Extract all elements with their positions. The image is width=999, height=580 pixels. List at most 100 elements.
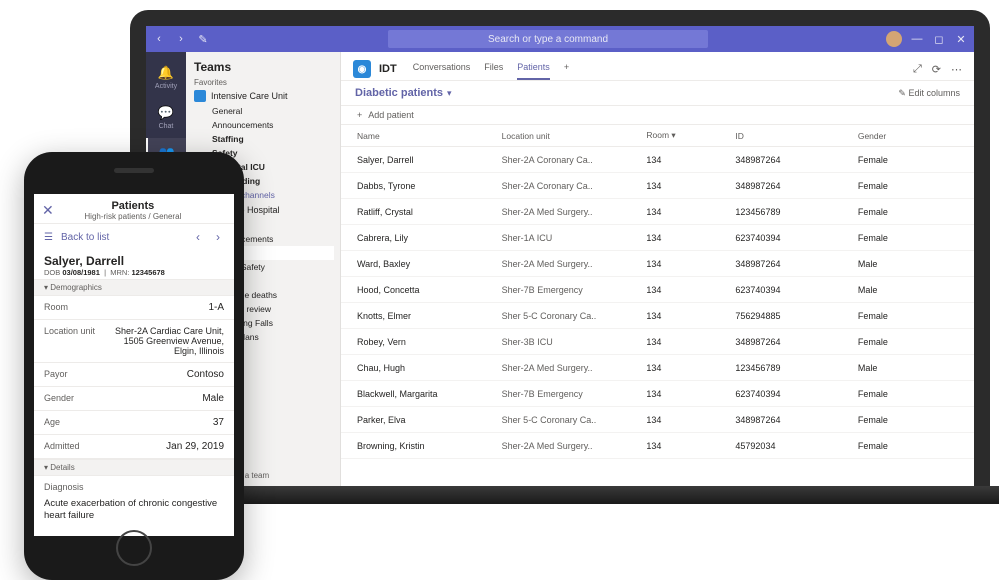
table-row[interactable]: Salyer, DarrellSher-2A Coronary Ca..1343… [341,147,974,173]
bell-icon: 🔔 [158,65,174,81]
table-row[interactable]: Knotts, ElmerSher 5-C Coronary Ca..13475… [341,303,974,329]
app-tile-icon: ◉ [353,60,371,78]
cell-id: 623740394 [735,285,857,295]
row-location: Location unitSher-2A Cardiac Care Unit, … [34,320,234,363]
back-to-list-link[interactable]: Back to list [61,232,109,243]
cell-room: 134 [646,441,735,451]
rail-chat[interactable]: 💬Chat [146,98,186,136]
nav-fwd-icon[interactable]: › [174,32,188,46]
expand-icon[interactable]: ⤢ [913,63,922,76]
avatar[interactable] [886,31,902,47]
table-row[interactable]: Hood, ConcettaSher-7B Emergency134623740… [341,277,974,303]
table-row[interactable]: Robey, VernSher-3B ICU134348987264Female [341,329,974,355]
prev-patient-icon[interactable]: ‹ [192,230,204,244]
channel-announce[interactable]: Announcements [194,118,334,132]
cell-name: Blackwell, Margarita [357,389,502,399]
dob-label: DOB [44,268,60,277]
col-gender[interactable]: Gender [858,131,958,141]
chevron-down-icon[interactable]: ▾ [447,88,452,99]
cell-location: Sher-1A ICU [502,233,647,243]
cell-name: Browning, Kristin [357,441,502,451]
edit-columns-link[interactable]: ✎ Edit columns [898,88,960,99]
cell-id: 348987264 [735,259,857,269]
new-note-icon[interactable]: ✎ [196,32,210,46]
cell-name: Cabrera, Lily [357,233,502,243]
diagnosis-value: Acute exacerbation of chronic congestive… [34,492,234,529]
cell-room: 134 [646,259,735,269]
refresh-icon[interactable]: ⟳ [932,63,941,76]
cell-location: Sher-2A Med Surgery.. [502,207,647,217]
titlebar-left: ‹ › ✎ [152,32,210,46]
cell-location: Sher-3B ICU [502,337,647,347]
cell-room: 134 [646,311,735,321]
cell-gender: Female [858,207,958,217]
row-diagnosis-label: Diagnosis [34,476,234,492]
table-row[interactable]: Blackwell, MargaritaSher-7B Emergency134… [341,381,974,407]
table-row[interactable]: Dabbs, TyroneSher-2A Coronary Ca..134348… [341,173,974,199]
add-patient-row[interactable]: + Add patient [341,105,974,125]
titlebar: ‹ › ✎ — ◻ ✕ [146,26,974,52]
table-row[interactable]: Browning, KristinSher-2A Med Surgery..13… [341,433,974,459]
tab-files[interactable]: Files [484,58,503,80]
cell-id: 623740394 [735,233,857,243]
teams-title: Teams [194,60,334,74]
more-icon[interactable]: ⋯ [951,63,962,76]
add-patient-label: Add patient [368,110,414,120]
cell-gender: Female [858,415,958,425]
table-row[interactable]: Ward, BaxleySher-2A Med Surgery..1343489… [341,251,974,277]
row-payor: PayorContoso [34,363,234,387]
cell-gender: Male [858,363,958,373]
table-row[interactable]: Parker, ElvaSher 5-C Coronary Ca..134348… [341,407,974,433]
cell-id: 123456789 [735,207,857,217]
cell-location: Sher-2A Med Surgery.. [502,441,647,451]
section-demographics[interactable]: ▾ Demographics [34,279,234,296]
close-icon[interactable]: ✕ [42,202,54,219]
row-admitted: AdmittedJan 29, 2019 [34,435,234,459]
table-row[interactable]: Chau, HughSher-2A Med Surgery..134123456… [341,355,974,381]
list-title[interactable]: Diabetic patients [355,87,443,99]
team-name: Intensive Care Unit [211,91,288,101]
cell-room: 134 [646,233,735,243]
table-head: Name Location unit Room ▾ ID Gender [341,125,974,147]
phone-screen: ✕ Patients High-risk patients / General … [34,194,234,536]
table-row[interactable]: Ratliff, CrystalSher-2A Med Surgery..134… [341,199,974,225]
field-value: Sher-2A Cardiac Care Unit, 1505 Greenvie… [112,326,224,356]
window-close-icon[interactable]: ✕ [954,32,968,46]
channel-staffing[interactable]: Staffing [194,132,334,146]
cell-room: 134 [646,207,735,217]
nav-back-icon[interactable]: ‹ [152,32,166,46]
app-name: IDT [379,63,397,75]
window-min-icon[interactable]: — [910,32,924,46]
tab-add[interactable]: + [564,58,569,80]
field-label: Gender [44,393,112,403]
cell-location: Sher 5-C Coronary Ca.. [502,415,647,425]
team-icu[interactable]: Intensive Care Unit [194,90,334,102]
favorites-label: Favorites [194,78,334,87]
cell-gender: Female [858,311,958,321]
field-label: Room [44,302,112,312]
titlebar-right: — ◻ ✕ [886,31,968,47]
field-label: Location unit [44,326,112,336]
section-details[interactable]: ▾ Details [34,459,234,476]
cell-location: Sher-7B Emergency [502,389,647,399]
cell-id: 348987264 [735,337,857,347]
window-max-icon[interactable]: ◻ [932,32,946,46]
search-input[interactable] [388,30,708,48]
cell-id: 348987264 [735,181,857,191]
table-row[interactable]: Cabrera, LilySher-1A ICU134623740394Fema… [341,225,974,251]
cell-name: Ratliff, Crystal [357,207,502,217]
channel-general[interactable]: General [194,104,334,118]
next-patient-icon[interactable]: › [212,230,224,244]
col-name[interactable]: Name [357,131,502,141]
sort-asc-icon: ▾ [671,130,675,140]
field-value: 37 [112,417,224,428]
chat-icon: 💬 [158,105,174,121]
col-location[interactable]: Location unit [502,131,647,141]
main-header: ◉ IDT Conversations Files Patients + ⤢ ⟳ [341,52,974,81]
tab-conversations[interactable]: Conversations [413,58,471,80]
col-room[interactable]: Room ▾ [646,130,735,141]
col-id[interactable]: ID [735,131,857,141]
cell-room: 134 [646,181,735,191]
rail-activity[interactable]: 🔔Activity [146,58,186,96]
tab-patients[interactable]: Patients [517,58,550,80]
